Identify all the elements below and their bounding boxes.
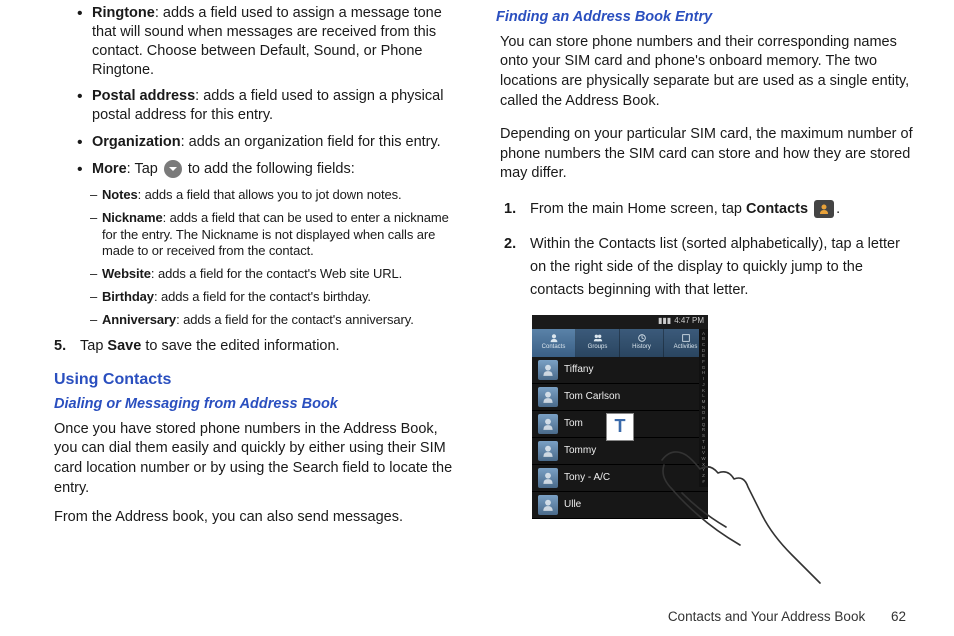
contact-row: Tiffany — [532, 357, 708, 384]
heading-finding: Finding an Address Book Entry — [496, 8, 914, 27]
bullet-ringtone: Ringtone: adds a field used to assign a … — [80, 4, 458, 79]
paragraph: Once you have stored phone numbers in th… — [54, 420, 458, 498]
contact-row: Tom Carlson — [532, 384, 708, 411]
term: More — [92, 161, 127, 177]
tab-history: History — [620, 329, 664, 357]
term: Organization — [92, 134, 181, 150]
phone-status-bar: ▮▮▮ 4:47 PM — [532, 315, 708, 329]
avatar — [538, 441, 558, 461]
step-number: 1. — [504, 198, 516, 221]
paragraph: From the Address book, you can also send… — [54, 508, 458, 528]
contact-name: Tony - A/C — [564, 471, 610, 484]
step-list-left: 5. Tap Save to save the edited informati… — [40, 335, 458, 358]
dash-anniversary: Anniversary: adds a field for the contac… — [102, 312, 458, 329]
step-5: 5. Tap Save to save the edited informati… — [80, 335, 458, 358]
term: Postal address — [92, 88, 195, 104]
hand-pointer-icon — [652, 445, 822, 585]
desc-post: to add the following fields: — [184, 161, 355, 177]
contact-name: Tom Carlson — [564, 390, 620, 403]
signal-icon: ▮▮▮ — [658, 316, 671, 326]
avatar — [538, 387, 558, 407]
step-2: 2. Within the Contacts list (sorted alph… — [530, 233, 914, 303]
desc: : adds an organization field for this en… — [181, 134, 441, 150]
contact-name: Tiffany — [564, 363, 593, 376]
avatar — [538, 468, 558, 488]
chevron-down-icon — [164, 160, 182, 178]
letter-popup: T — [606, 413, 634, 441]
contact-name: Ulle — [564, 498, 581, 511]
dash-birthday: Birthday: adds a field for the contact's… — [102, 289, 458, 306]
footer-section: Contacts and Your Address Book — [668, 609, 865, 624]
step-number: 5. — [54, 335, 66, 358]
page-number: 62 — [891, 609, 906, 624]
manual-page: Ringtone: adds a field used to assign a … — [0, 0, 954, 538]
left-column: Ringtone: adds a field used to assign a … — [40, 4, 458, 538]
page-footer: Contacts and Your Address Book 62 — [668, 608, 906, 626]
heading-using-contacts: Using Contacts — [54, 370, 458, 391]
dash-list: Notes: adds a field that allows you to j… — [40, 187, 458, 329]
bullet-postal: Postal address: adds a field used to ass… — [80, 87, 458, 125]
tab-contacts: Contacts — [532, 329, 576, 357]
bullet-list: Ringtone: adds a field used to assign a … — [40, 4, 458, 179]
step-list-right: 1. From the main Home screen, tap Contac… — [496, 198, 914, 303]
dash-nickname: Nickname: adds a field that can be used … — [102, 210, 458, 261]
dash-notes: Notes: adds a field that allows you to j… — [102, 187, 458, 204]
avatar — [538, 414, 558, 434]
contacts-icon — [814, 200, 834, 218]
step-number: 2. — [504, 233, 516, 256]
status-time: 4:47 PM — [674, 316, 704, 326]
dash-website: Website: adds a field for the contact's … — [102, 266, 458, 283]
paragraph: Depending on your particular SIM card, t… — [500, 125, 914, 184]
right-column: Finding an Address Book Entry You can st… — [496, 4, 914, 538]
phone-tabs: Contacts Groups History Activities — [532, 329, 708, 357]
step-1: 1. From the main Home screen, tap Contac… — [530, 198, 914, 221]
phone-screenshot: ▮▮▮ 4:47 PM Contacts Groups History Acti… — [532, 315, 708, 519]
desc-pre: : Tap — [127, 161, 162, 177]
bullet-more: More: Tap to add the following fields: — [80, 160, 458, 179]
avatar — [538, 360, 558, 380]
term: Ringtone — [92, 5, 155, 21]
contact-name: Tommy — [564, 444, 596, 457]
bullet-organization: Organization: adds an organization field… — [80, 133, 458, 152]
paragraph: You can store phone numbers and their co… — [500, 33, 914, 111]
avatar — [538, 495, 558, 515]
heading-dialing: Dialing or Messaging from Address Book — [54, 395, 458, 414]
tab-groups: Groups — [576, 329, 620, 357]
contact-name: Tom — [564, 417, 583, 430]
